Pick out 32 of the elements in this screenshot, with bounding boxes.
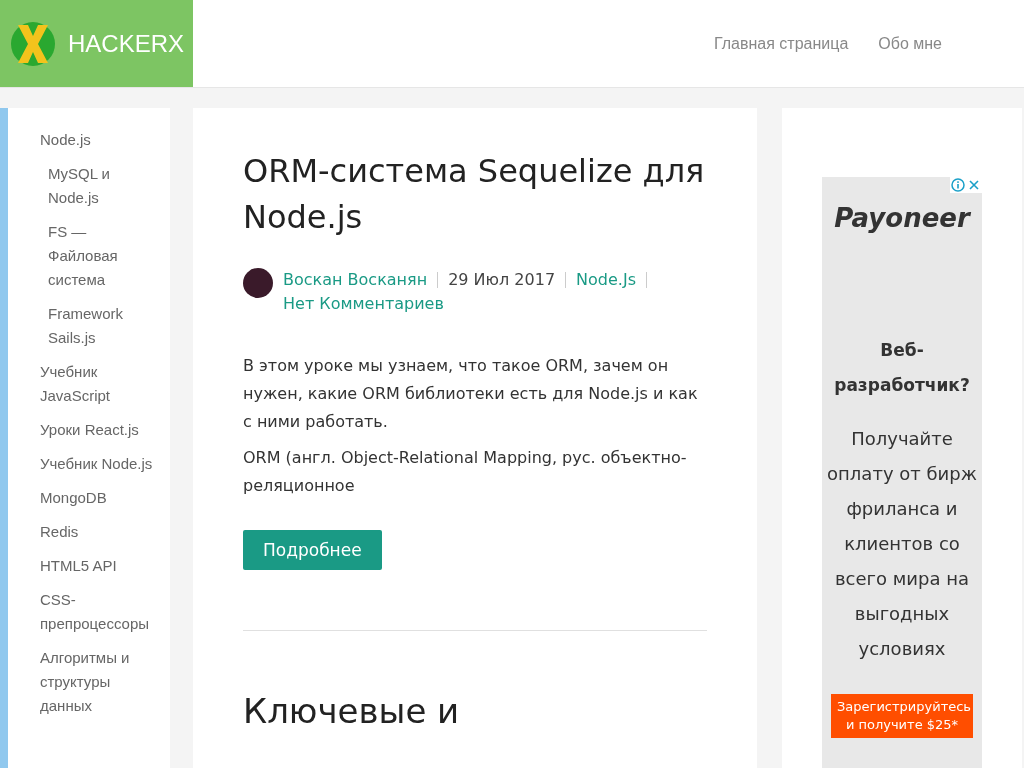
read-more-button[interactable]: Подробнее <box>243 530 382 570</box>
sidebar-link[interactable]: Учебник JavaScript <box>40 360 165 408</box>
sidebar-link[interactable]: Redis <box>40 520 165 544</box>
category-link[interactable]: Node.Js <box>576 268 636 292</box>
sidebar-link[interactable]: MongoDB <box>40 486 165 510</box>
ad-brand: Payoneer <box>834 203 970 233</box>
post-title[interactable]: ORM-система Sequelize для Node.js <box>243 148 707 240</box>
sidebar-link[interactable]: Уроки React.js <box>40 418 165 442</box>
post-excerpt: В этом уроке мы узнаем, что такое ORM, зачем он нужен, какие ORM библиотеки есть для Node.js и как с ними работать. <box>243 355 699 433</box>
sidebar-link[interactable]: MySQL и Node.js <box>48 162 148 210</box>
sidebar-link[interactable]: Алгоритмы и структуры данных <box>40 646 165 718</box>
logo-icon[interactable] <box>10 20 56 67</box>
ad-banner[interactable]: Payoneer Веб-разработчик? Получайте оплату от бирж фриланса и клиентов со всего мира на выгодных условиях Зарегистрируйтесь и получите $25* <box>822 177 982 768</box>
sidebar-link[interactable]: Node.js <box>40 128 165 152</box>
post-excerpt: ORM (англ. Object-Relational Mapping, рус. объектно-реляционное <box>243 447 688 497</box>
author-avatar <box>243 268 273 298</box>
close-icon[interactable] <box>967 178 981 192</box>
ad-text: Получайте оплату от бирж фриланса и клиентов со всего мира на выгодных условиях <box>827 427 977 661</box>
ad-headline: Веб-разработчик? <box>833 339 971 397</box>
comments-link[interactable]: Нет Комментариев <box>283 292 444 316</box>
sidebar-link[interactable]: CSS-препроцессоры <box>40 588 165 636</box>
author-link[interactable]: Воскан Восканян <box>283 268 428 292</box>
nav-link[interactable]: Главная страница <box>714 34 849 53</box>
ad-cta-button[interactable]: Зарегистрируйтесь и получите $25* <box>831 694 973 738</box>
sidebar-link[interactable]: HTML5 API <box>40 554 165 578</box>
info-icon[interactable] <box>951 178 965 192</box>
sidebar-link[interactable]: Учебник Node.js <box>40 452 165 476</box>
post-date: 29 Июл 2017 <box>448 269 556 291</box>
sidebar-link[interactable]: Framework Sails.js <box>48 302 148 350</box>
post-title[interactable]: Ключевые и <box>243 691 707 731</box>
sidebar-link[interactable]: FS — Файловая система <box>48 220 148 292</box>
nav-link[interactable]: Обо мне <box>878 34 942 53</box>
